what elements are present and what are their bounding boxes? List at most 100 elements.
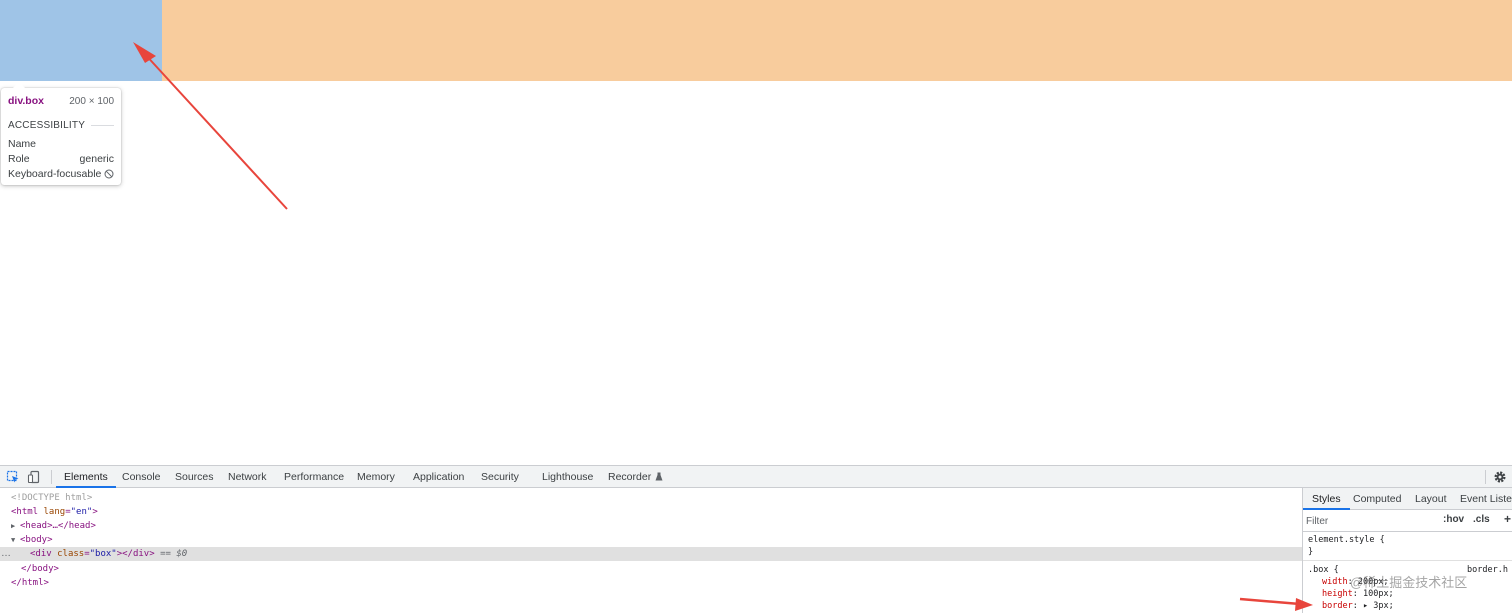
tab-event-listeners[interactable]: Event Listeners [1460,488,1512,510]
devtools-panel: Elements Console Sources Network Perform… [0,465,1512,613]
tab-label: Layout [1415,493,1447,505]
tooltip-row-name: Name [8,136,114,151]
tab-label: Security [481,471,519,483]
tab-network[interactable]: Network [228,466,267,488]
tab-label: Application [413,471,465,483]
flask-icon [655,472,663,481]
not-focusable-icon [104,169,114,178]
rule-separator [1303,560,1512,561]
tab-console[interactable]: Console [122,466,161,488]
tab-application[interactable]: Application [413,466,464,488]
toolbar-separator [1485,470,1486,484]
dom-node-head[interactable]: ▶ <head>…</head> [0,519,1302,533]
dom-node-body[interactable]: ▼ <body> [0,533,1302,547]
devtools-toolbar: Elements Console Sources Network Perform… [0,466,1512,488]
tooltip-element-tag: div.box [8,95,44,107]
collapse-triangle-icon[interactable]: ▼ [11,533,20,547]
attr-value: "box" [89,549,117,559]
tab-label: Styles [1312,493,1341,505]
property-value: 200px; [1357,577,1389,587]
elements-dom-tree: <!DOCTYPE html> <html lang="en"> ▶ <head>… [0,488,1302,613]
dom-node-html-close[interactable]: </html> [0,576,1302,590]
dom-node-body-close[interactable]: </body> [0,562,1302,576]
property-value: 3px; [1373,601,1394,611]
tooltip-row-label: Keyboard-focusable [8,167,102,180]
attr-name: class [57,549,85,559]
dom-node-doctype[interactable]: <!DOCTYPE html> [0,491,1302,505]
property-name: height [1322,589,1353,599]
tooltip-section-divider [91,124,114,126]
tab-layout[interactable]: Layout [1415,488,1447,510]
tag-open: <html [11,507,39,517]
tab-label: Network [228,471,267,483]
property-value: 100px; [1362,589,1394,599]
rule-close-brace: } [1308,547,1314,557]
inspect-tooltip: div.box 200 × 100 ACCESSIBILITY Name Rol… [1,82,121,185]
property-name: border [1322,601,1353,611]
tag-bracket: > [92,507,98,517]
tab-sources[interactable]: Sources [175,466,214,488]
new-rule-button[interactable]: + [1504,512,1511,526]
box-border-highlight [162,0,1512,81]
tab-label: Performance [284,471,345,483]
toolbar-separator [51,470,52,484]
tag-close: </body> [21,564,59,574]
tab-lighthouse[interactable]: Lighthouse [542,466,593,488]
tooltip-row-label: Role [8,152,30,165]
rule-element-style-selector[interactable]: element.style { [1308,534,1385,546]
tab-label: Event Listeners [1460,493,1512,505]
tab-elements[interactable]: Elements [56,466,116,488]
tab-label: Sources [175,471,214,483]
tab-label: Recorder [608,471,652,483]
tooltip-section-title: ACCESSIBILITY [8,119,86,131]
selected-node-marker: == $0 [160,549,188,559]
tab-security[interactable]: Security [481,466,519,488]
stylesheet-source-link[interactable]: border.h [1467,564,1508,576]
tab-label: Console [122,471,161,483]
tooltip-section-accessibility: ACCESSIBILITY [8,119,114,131]
tab-memory[interactable]: Memory [357,466,395,488]
tag-collapsed: <head>…</head> [20,521,96,531]
style-property-border[interactable]: border: ▸ 3px; [1322,600,1394,612]
tab-performance[interactable]: Performance [284,466,344,488]
inspect-element-icon[interactable] [6,470,20,484]
selector-text: .box { [1308,565,1339,575]
tab-label: Computed [1353,493,1402,505]
styles-filter-input[interactable] [1306,513,1436,529]
page-viewport: div.box 200 × 100 ACCESSIBILITY Name Rol… [0,0,1512,465]
tag-close: </html> [11,578,49,588]
more-options-icon[interactable]: … [1,547,11,561]
styles-sidebar: Styles Computed Layout Event Listeners :… [1302,488,1512,613]
tooltip-row-role: Role generic [8,151,114,166]
tab-recorder[interactable]: Recorder [608,466,663,488]
tag-open: <div [30,549,52,559]
device-toolbar-icon[interactable] [27,470,41,484]
expand-triangle-icon[interactable]: ▶ [11,519,20,533]
dom-node-div-box[interactable]: … <div class="box"></div> == $0 [0,547,1302,561]
attr-name: lang [43,507,66,517]
tooltip-row-keyboard-focusable: Keyboard-focusable [8,166,114,181]
hover-state-button[interactable]: :hov [1443,514,1464,525]
rule-box-selector[interactable]: .box { border.h [1308,564,1508,576]
tab-label: Elements [64,471,108,483]
styles-filter-bar: :hov .cls + [1303,510,1512,532]
class-toggle-button[interactable]: .cls [1473,514,1490,525]
attr-value: "en" [70,507,93,517]
gear-icon[interactable] [1493,470,1507,484]
tooltip-element-size: 200 × 100 [69,95,114,107]
tab-computed[interactable]: Computed [1353,488,1401,510]
style-property-width[interactable]: width: 200px; [1322,576,1389,588]
expand-triangle-icon[interactable]: ▸ [1363,601,1368,611]
tooltip-row-label: Name [8,137,37,150]
dom-node-html[interactable]: <html lang="en"> [0,505,1302,519]
property-name: width [1322,577,1348,587]
box-content-highlight[interactable] [0,0,162,81]
tooltip-row-value: generic [79,152,114,165]
tag-close: ></div> [116,549,155,559]
tab-label: Memory [357,471,395,483]
tab-label: Lighthouse [542,471,594,483]
tag-open: <body> [20,535,53,545]
sidebar-tabs: Styles Computed Layout Event Listeners [1303,488,1512,510]
tab-styles[interactable]: Styles [1303,488,1350,510]
style-property-height[interactable]: height: 100px; [1322,588,1394,600]
